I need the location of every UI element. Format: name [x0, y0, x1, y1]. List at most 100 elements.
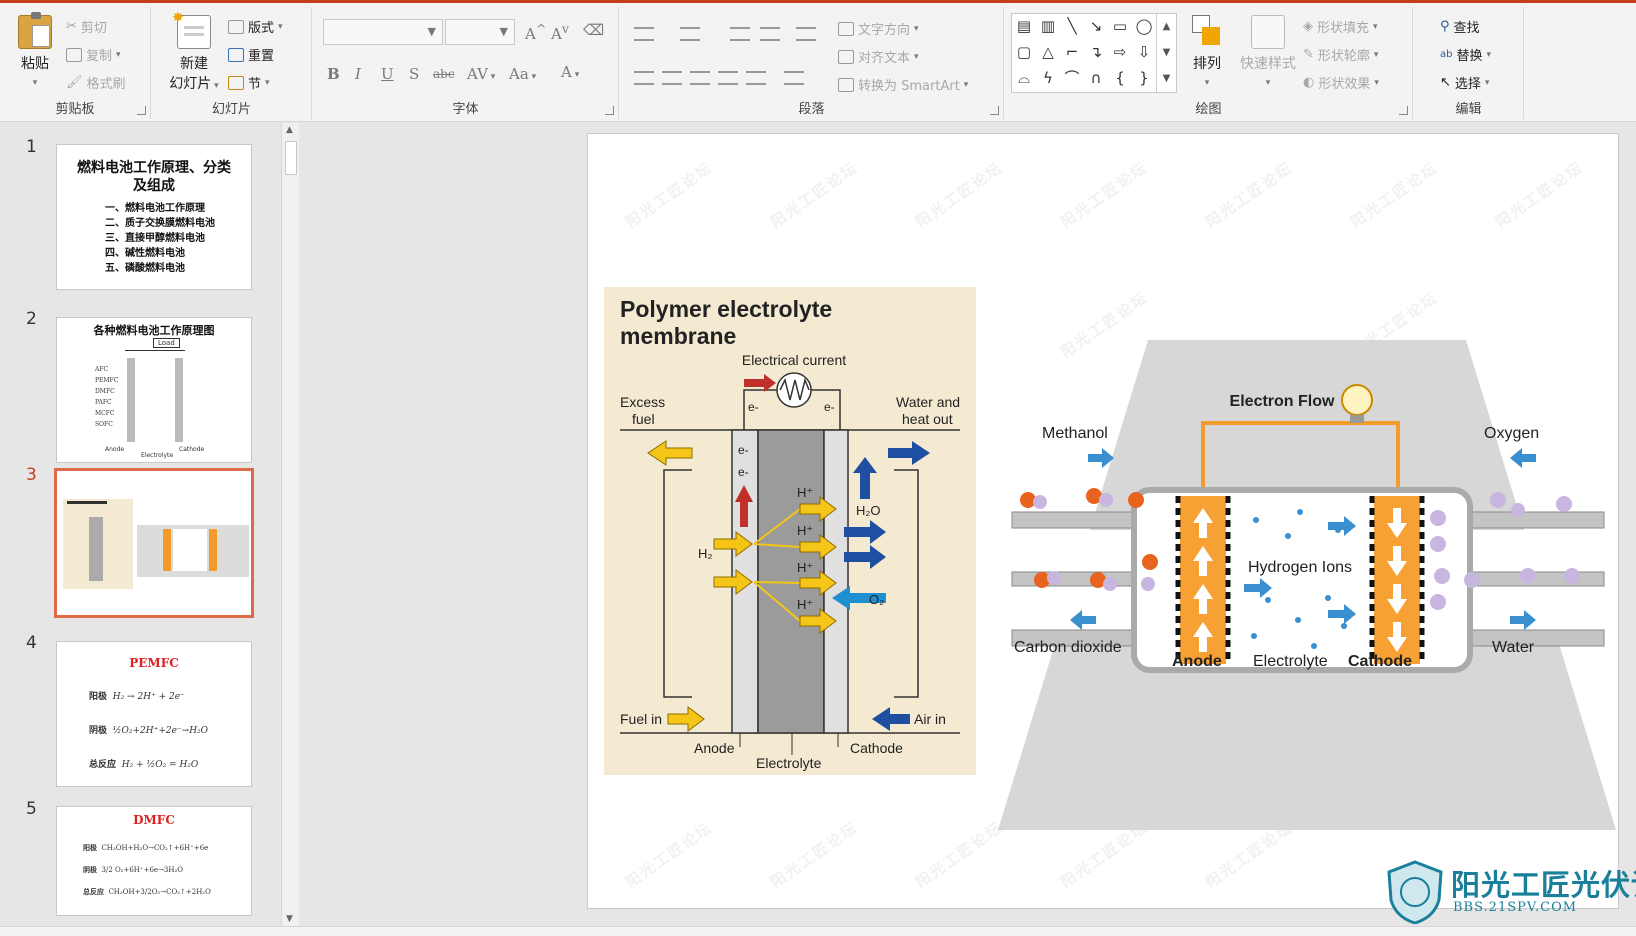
right-brace-shape-icon[interactable]: } [1134, 68, 1154, 88]
thumbnail-slide-5[interactable]: DMFC 阳极 CH₃OH+H₂O→CO₂↑+6H⁺+6e 阴极 3/2 O₂+… [56, 806, 252, 916]
cut-button[interactable]: ✂ 剪切 [66, 17, 107, 36]
shape-outline-button[interactable]: ✎ 形状轮廓 ▾ [1303, 45, 1378, 64]
paragraph-launcher-icon[interactable] [990, 106, 999, 115]
shadow-button[interactable]: S [409, 65, 419, 83]
paste-button[interactable]: 粘贴 ▾ [12, 12, 58, 89]
replace-button[interactable]: ab 替换 ▾ [1440, 45, 1491, 64]
shrink-font-button[interactable]: Av [551, 21, 569, 43]
search-icon: ⚲ [1440, 19, 1450, 34]
slide-canvas[interactable]: 阳光工匠论坛 阳光工匠论坛 阳光工匠论坛 阳光工匠论坛 阳光工匠论坛 阳光工匠论… [587, 133, 1619, 909]
distribute-icon[interactable] [746, 71, 766, 85]
scrollbar-thumb[interactable] [285, 141, 297, 175]
copy-button[interactable]: 复制 ▾ [66, 45, 121, 64]
thumb-cathode-label: Cathode [179, 446, 205, 453]
thumbnail-slide-1[interactable]: 燃料电池工作原理、分类及组成 一、燃料电池工作原理 二、质子交换膜燃料电池 三、… [56, 144, 252, 290]
watermark: 阳光工匠论坛 [1057, 158, 1152, 232]
align-text-button[interactable]: 对齐文本 ▾ [838, 47, 919, 66]
bold-button[interactable]: B [327, 65, 340, 83]
ribbon: 粘贴 ▾ ✂ 剪切 复制 ▾ 🖌 格式刷 剪贴板 ✸ 新建 幻灯片 ▾ 版式 ▾ 重置 节… [0, 0, 1636, 122]
char-spacing-button[interactable]: AV ▾ [467, 65, 495, 83]
lightning-shape-icon[interactable]: ϟ [1038, 68, 1058, 88]
bullets-icon[interactable] [634, 27, 654, 41]
clipboard-launcher-icon[interactable] [137, 106, 146, 115]
underline-button[interactable]: U [381, 65, 394, 83]
font-color-label: A [561, 63, 572, 81]
cathode-label: Cathode [1348, 653, 1412, 670]
find-button[interactable]: ⚲ 查找 [1440, 17, 1480, 36]
drawing-launcher-icon[interactable] [1399, 106, 1408, 115]
electrolyte-label: Electrolyte [756, 755, 822, 771]
font-size-combo[interactable]: ▼ [445, 19, 515, 45]
line-shape-icon[interactable]: ╲ [1062, 16, 1082, 36]
grow-font-button[interactable]: A^ [525, 21, 546, 43]
reset-button[interactable]: 重置 [228, 45, 274, 64]
editing-group: ⚲ 查找 ab 替换 ▾ ↖ 选择 ▾ 编辑 [1414, 7, 1524, 119]
rectangle-shape-icon[interactable]: ▭ [1110, 16, 1130, 36]
copy-label: 复制 [86, 49, 113, 64]
font-name-combo[interactable]: ▼ [323, 19, 443, 45]
proton-label: H⁺ [797, 597, 813, 612]
font-launcher-icon[interactable] [605, 106, 614, 115]
vertical-textbox-shape-icon[interactable]: ▥ [1038, 16, 1058, 36]
thumbnail-title: PEMFC [129, 656, 179, 670]
right-arrow-shape-icon[interactable]: ⇨ [1110, 42, 1130, 62]
strikethrough-button[interactable]: abc [433, 67, 455, 81]
decrease-indent-icon[interactable] [730, 27, 750, 41]
grow-font-label: A [525, 25, 536, 43]
justify-icon[interactable] [718, 71, 738, 85]
slide-thumbnail-pane[interactable]: 1 燃料电池工作原理、分类及组成 一、燃料电池工作原理 二、质子交换膜燃料电池 … [0, 123, 300, 926]
light-bulb-icon [1341, 384, 1373, 416]
line-spacing-icon[interactable] [796, 27, 816, 41]
shapes-gallery[interactable]: ▤ ▥ ╲ ↘ ▭ ◯ ▢ △ ⌐ ↴ ⇨ ⇩ ⌓ ϟ ⌒ ∩ { } ▲ ▼ ▼ [1011, 13, 1177, 93]
shrink-font-label: A [551, 25, 562, 43]
scroll-up-icon[interactable]: ▲ [286, 125, 293, 135]
arrange-button[interactable]: 排列 ▾ [1185, 15, 1229, 89]
align-center-icon[interactable] [662, 71, 682, 85]
left-brace-shape-icon[interactable]: { [1110, 68, 1130, 88]
shape-fill-button[interactable]: ◈ 形状填充 ▾ [1303, 17, 1378, 36]
new-slide-button[interactable]: ✸ 新建 幻灯片 ▾ [164, 10, 224, 93]
increase-indent-icon[interactable] [760, 27, 780, 41]
clear-format-icon[interactable]: ⌫ [583, 21, 604, 39]
numbering-icon[interactable] [680, 27, 700, 41]
italic-button[interactable]: I [355, 65, 361, 83]
freeform-shape-icon[interactable]: ⌓ [1014, 68, 1034, 88]
rounded-rect-shape-icon[interactable]: ▢ [1014, 42, 1034, 62]
quick-styles-button[interactable]: 快速样式 ▾ [1237, 15, 1299, 89]
arrow-line-shape-icon[interactable]: ↘ [1086, 16, 1106, 36]
layout-button[interactable]: 版式 ▾ [228, 17, 283, 36]
shield-logo-icon [1387, 860, 1443, 924]
format-painter-button[interactable]: 🖌 格式刷 [66, 73, 126, 92]
text-direction-button[interactable]: 文字方向 ▾ [838, 19, 919, 38]
thumbnail-slide-4[interactable]: PEMFC 阳极 H₂ → 2H⁺ + 2e⁻ 阴极 ½O₂+2H⁺+2e⁻→H… [56, 641, 252, 787]
change-case-button[interactable]: Aa ▾ [509, 65, 536, 83]
align-right-icon[interactable] [690, 71, 710, 85]
thumbnail-scrollbar[interactable]: ▲ ▼ [281, 123, 299, 926]
shape-effects-button[interactable]: ◐ 形状效果 ▾ [1303, 73, 1379, 92]
curve-shape-icon[interactable]: ∩ [1086, 68, 1106, 88]
thumbnail-slide-3[interactable] [54, 468, 254, 618]
select-label: 选择 [1454, 77, 1481, 92]
connector-shape-icon[interactable]: ⌐ [1062, 42, 1082, 62]
textbox-shape-icon[interactable]: ▤ [1014, 16, 1034, 36]
elbow-connector-shape-icon[interactable]: ↴ [1086, 42, 1106, 62]
thumbnail-slide-2[interactable]: 各种燃料电池工作原理图 Load AFC PEMFC DMFC PAFC MCF… [56, 317, 252, 463]
smartart-button[interactable]: 转换为 SmartArt ▾ [838, 75, 968, 94]
down-arrow-shape-icon[interactable]: ⇩ [1134, 42, 1154, 62]
quick-styles-icon [1251, 15, 1285, 49]
cathode-label: Cathode [850, 740, 903, 756]
gallery-scroll[interactable]: ▲ ▼ ▼ [1156, 14, 1176, 92]
text-direction-label: 文字方向 [858, 23, 911, 38]
select-button[interactable]: ↖ 选择 ▾ [1440, 73, 1489, 92]
thumb-anode-label: Anode [105, 446, 125, 453]
section-button[interactable]: 节 ▾ [228, 73, 270, 92]
font-color-button[interactable]: A ▾ [561, 63, 579, 81]
arc-shape-icon[interactable]: ⌒ [1062, 68, 1082, 88]
thumbnail-line: 五、磷酸燃料电池 [105, 263, 185, 274]
scroll-down-icon[interactable]: ▼ [286, 914, 293, 924]
triangle-shape-icon[interactable]: △ [1038, 42, 1058, 62]
align-left-icon[interactable] [634, 71, 654, 85]
oval-shape-icon[interactable]: ◯ [1134, 16, 1154, 36]
columns-icon[interactable] [784, 71, 804, 85]
equation: 3/2 O₂+6H⁺+6e→3H₂O [101, 866, 184, 874]
